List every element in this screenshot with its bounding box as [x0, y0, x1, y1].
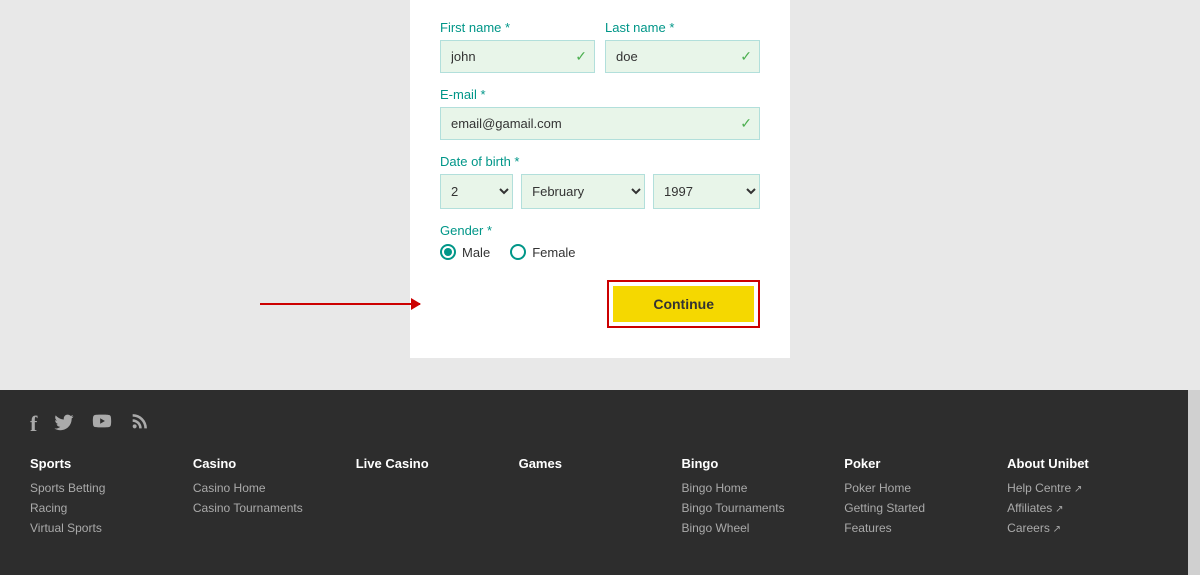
dob-selects: 2 134 February JanuaryMarch 1997 1996199…	[440, 174, 760, 209]
footer-live-casino-header: Live Casino	[356, 456, 519, 471]
footer-poker-header: Poker	[844, 456, 1007, 471]
first-name-label: First name *	[440, 20, 595, 35]
footer-games-header: Games	[519, 456, 682, 471]
email-input-wrapper: ✓	[440, 107, 760, 140]
footer-col-sports: Sports Sports Betting Racing Virtual Spo…	[30, 456, 193, 541]
gender-male-option[interactable]: Male	[440, 244, 490, 260]
gender-label: Gender *	[440, 223, 760, 238]
footer-affiliates[interactable]: Affiliates	[1007, 501, 1170, 515]
first-name-input-wrapper: ✓	[440, 40, 595, 73]
footer-col-bingo: Bingo Bingo Home Bingo Tournaments Bingo…	[681, 456, 844, 541]
footer-columns: Sports Sports Betting Racing Virtual Spo…	[30, 456, 1170, 541]
footer-bingo-header: Bingo	[681, 456, 844, 471]
footer-racing[interactable]: Racing	[30, 501, 193, 515]
footer-col-poker: Poker Poker Home Getting Started Feature…	[844, 456, 1007, 541]
last-name-group: Last name * ✓	[605, 20, 760, 73]
footer-bingo-home[interactable]: Bingo Home	[681, 481, 844, 495]
footer-casino-tournaments[interactable]: Casino Tournaments	[193, 501, 356, 515]
gender-female-option[interactable]: Female	[510, 244, 575, 260]
male-label: Male	[462, 245, 490, 260]
footer-sports-betting[interactable]: Sports Betting	[30, 481, 193, 495]
blog-icon[interactable]	[129, 410, 151, 438]
continue-area: Continue	[440, 280, 760, 328]
dob-month-select[interactable]: February JanuaryMarch	[521, 174, 645, 209]
footer-getting-started[interactable]: Getting Started	[844, 501, 1007, 515]
email-group: E-mail * ✓	[440, 87, 760, 140]
last-name-input[interactable]	[605, 40, 760, 73]
footer: f Sports Sports Betting Racing Virtual S…	[0, 390, 1200, 575]
youtube-icon[interactable]	[91, 410, 113, 438]
last-name-label: Last name *	[605, 20, 760, 35]
dob-label: Date of birth *	[440, 154, 760, 169]
footer-sports-header: Sports	[30, 456, 193, 471]
footer-col-live-casino: Live Casino	[356, 456, 519, 541]
arrow-indicator	[260, 303, 420, 305]
male-radio[interactable]	[440, 244, 456, 260]
dob-day-select[interactable]: 2 134	[440, 174, 513, 209]
male-radio-inner	[444, 248, 452, 256]
gender-group: Gender * Male Female	[440, 223, 760, 260]
last-name-input-wrapper: ✓	[605, 40, 760, 73]
footer-careers[interactable]: Careers	[1007, 521, 1170, 535]
name-row: First name * ✓ Last name * ✓	[440, 20, 760, 73]
footer-features[interactable]: Features	[844, 521, 1007, 535]
female-radio[interactable]	[510, 244, 526, 260]
email-input[interactable]	[440, 107, 760, 140]
footer-col-about: About Unibet Help Centre Affiliates Care…	[1007, 456, 1170, 541]
continue-button-wrapper: Continue	[607, 280, 760, 328]
gender-options: Male Female	[440, 244, 760, 260]
first-name-input[interactable]	[440, 40, 595, 73]
email-check: ✓	[740, 115, 752, 132]
arrow-line	[260, 303, 420, 305]
footer-bingo-wheel[interactable]: Bingo Wheel	[681, 521, 844, 535]
footer-bingo-tournaments[interactable]: Bingo Tournaments	[681, 501, 844, 515]
registration-form: First name * ✓ Last name * ✓ E-mail *	[410, 0, 790, 358]
dob-group: Date of birth * 2 134 February JanuaryMa…	[440, 154, 760, 209]
social-icons: f	[30, 410, 1170, 438]
female-label: Female	[532, 245, 575, 260]
footer-help-centre[interactable]: Help Centre	[1007, 481, 1170, 495]
footer-col-casino: Casino Casino Home Casino Tournaments	[193, 456, 356, 541]
continue-button[interactable]: Continue	[613, 286, 754, 322]
dob-year-select[interactable]: 1997 19961998	[653, 174, 760, 209]
footer-col-games: Games	[519, 456, 682, 541]
first-name-group: First name * ✓	[440, 20, 595, 73]
footer-casino-home[interactable]: Casino Home	[193, 481, 356, 495]
footer-about-header: About Unibet	[1007, 456, 1170, 471]
main-content: First name * ✓ Last name * ✓ E-mail *	[0, 0, 1200, 390]
footer-virtual-sports[interactable]: Virtual Sports	[30, 521, 193, 535]
footer-casino-header: Casino	[193, 456, 356, 471]
email-label: E-mail *	[440, 87, 760, 102]
twitter-icon[interactable]	[53, 411, 75, 438]
facebook-icon[interactable]: f	[30, 411, 37, 437]
first-name-check: ✓	[575, 48, 587, 65]
footer-poker-home[interactable]: Poker Home	[844, 481, 1007, 495]
last-name-check: ✓	[740, 48, 752, 65]
